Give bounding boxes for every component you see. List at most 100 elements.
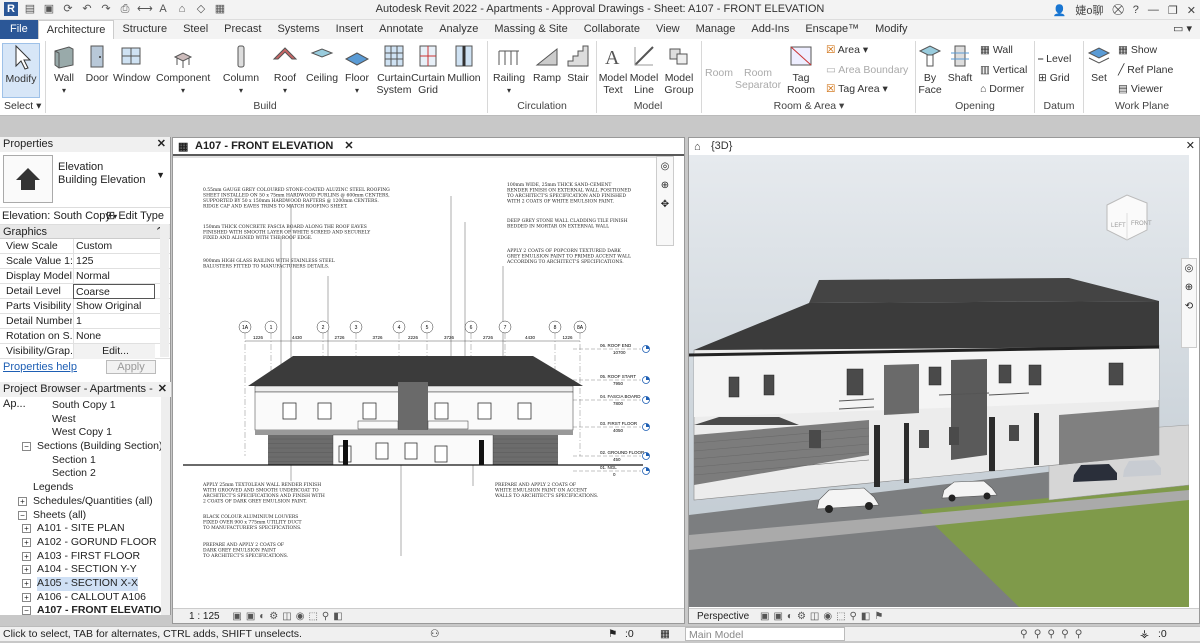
dormer-button[interactable]: ⌂ Dormer [980, 83, 1024, 95]
wall-opening-button[interactable]: ▦ Wall [980, 44, 1013, 56]
type-selector[interactable]: Elevation Building Elevation ▼ [0, 152, 170, 208]
browser-tree-item[interactable]: + A101 - SITE PLAN [0, 522, 171, 536]
browser-scrollbar[interactable] [161, 397, 170, 615]
room-button[interactable]: Room [704, 67, 734, 79]
browser-tree-item[interactable]: South Copy 1 [0, 399, 171, 413]
tab-view[interactable]: View [648, 20, 688, 39]
window-button[interactable]: Window [113, 43, 150, 84]
tab-manage[interactable]: Manage [688, 20, 744, 39]
3d-model-render[interactable]: LEFT FRONT [689, 155, 1189, 607]
view-controls-icons[interactable]: ▣▣◐⚙◫◉⬚⚲◧ [232, 611, 346, 622]
help-icon[interactable]: ? [1133, 4, 1139, 16]
tab-precast[interactable]: Precast [216, 20, 269, 39]
property-row[interactable]: Scale Value 1: 125 [0, 254, 170, 269]
roof-button[interactable]: Roof ▾ [270, 43, 300, 97]
property-row[interactable]: View Scale Custom [0, 239, 170, 254]
cart-icon[interactable]: ⛒ [1113, 4, 1124, 17]
tab-3d[interactable]: ⌂ {3D} [689, 138, 732, 154]
filter-icon[interactable]: ⚶ [1140, 627, 1149, 642]
design-option-select[interactable]: Main Model [685, 627, 845, 641]
room-separator-button[interactable]: Room Separator [735, 67, 781, 91]
area-boundary-button[interactable]: ▭ Area Boundary [826, 64, 908, 76]
browser-tree-item[interactable]: West [0, 413, 171, 427]
by-face-button[interactable]: By Face [917, 43, 943, 96]
user-name[interactable]: 婕o聊 [1075, 2, 1103, 18]
property-row[interactable]: Detail Level Coarse [0, 284, 170, 299]
tab-add-ins[interactable]: Add-Ins [743, 20, 797, 39]
browser-tree-item[interactable]: + A106 - CALLOUT A106 [0, 591, 171, 605]
minimize-icon[interactable]: — [1148, 4, 1159, 16]
view-scale[interactable]: 1 : 125 [189, 611, 220, 622]
set-button[interactable]: Set [1086, 43, 1112, 84]
browser-tree-item[interactable]: Legends [0, 481, 171, 495]
tab-collaborate[interactable]: Collaborate [576, 20, 648, 39]
close-icon[interactable]: ✕ [1187, 4, 1196, 17]
browser-tree-item[interactable]: + A103 - FIRST FLOOR [0, 550, 171, 564]
level-button[interactable]: ⎯ Level [1038, 53, 1071, 66]
shaft-button[interactable]: Shaft [946, 43, 974, 84]
property-row[interactable]: Detail Number 1 [0, 314, 170, 329]
browser-tree-item[interactable]: + A104 - SECTION Y-Y [0, 563, 171, 577]
tab-annotate[interactable]: Annotate [371, 20, 431, 39]
tab-steel[interactable]: Steel [175, 20, 216, 39]
tab-massing-site[interactable]: Massing & Site [486, 20, 575, 39]
tab-analyze[interactable]: Analyze [431, 20, 486, 39]
property-row[interactable]: Display Model Normal [0, 269, 170, 284]
tag-area-button[interactable]: ☒ Tag Area ▾ [826, 83, 888, 95]
view-front-elevation[interactable]: ▦ A107 - FRONT ELEVATION ✕ 0.55mm GAUGE … [172, 137, 685, 624]
properties-help-link[interactable]: Properties help [3, 361, 77, 373]
tag-room-button[interactable]: Tag Room [784, 43, 818, 96]
grid-button[interactable]: ⊞ Grid [1038, 72, 1070, 84]
collapse-icon[interactable]: − [22, 606, 31, 615]
close-3d-view-icon[interactable]: ✕ [1186, 139, 1195, 152]
floor-button[interactable]: Floor ▾ [342, 43, 372, 97]
close-properties-icon[interactable]: ✕ [157, 137, 166, 152]
steering-wheel-icon[interactable]: ◎ [1182, 263, 1196, 274]
selection-filter-icons[interactable]: ⚲⚲⚲⚲⚲ [1020, 627, 1088, 642]
expand-icon[interactable]: + [22, 565, 31, 575]
expand-icon[interactable]: + [22, 537, 31, 547]
select-dropdown[interactable]: Select ▾ [4, 100, 41, 112]
tab-insert[interactable]: Insert [328, 20, 372, 39]
ref-plane-button[interactable]: ╱ Ref Plane [1118, 64, 1173, 76]
column-button[interactable]: Column ▾ [222, 43, 260, 97]
collapse-icon[interactable]: − [22, 442, 31, 452]
browser-tree-item[interactable]: Section 2 [0, 467, 171, 481]
curtain-system-button[interactable]: Curtain System [375, 43, 413, 96]
collapse-icon[interactable]: − [18, 510, 27, 520]
browser-tree-item[interactable]: − A107 - FRONT ELEVATION [0, 604, 171, 615]
expand-icon[interactable]: + [22, 524, 31, 534]
area-button[interactable]: ☒ Area ▾ [826, 44, 868, 56]
tab-modify[interactable]: Modify [867, 20, 915, 39]
model-group-button[interactable]: Model Group [662, 43, 696, 96]
browser-tree-item[interactable]: − Sections (Building Section) [0, 440, 171, 454]
editing-requests-icon[interactable]: ⚑ [608, 627, 617, 642]
ramp-button[interactable]: Ramp [532, 43, 562, 84]
property-row[interactable]: Visibility/Grap... Edit... [0, 344, 170, 359]
model-text-button[interactable]: A Model Text [598, 43, 628, 96]
expand-icon[interactable]: + [18, 496, 27, 506]
browser-tree-item[interactable]: + A105 - SECTION X-X [0, 576, 171, 591]
property-row[interactable]: Parts Visibility Show Original [0, 299, 170, 314]
expand-icon[interactable]: + [22, 592, 31, 602]
zoom-icon[interactable]: ⊕ [1182, 282, 1196, 293]
tab-file[interactable]: File [0, 20, 38, 39]
ceiling-button[interactable]: Ceiling [304, 43, 340, 84]
edit-type-button[interactable]: ⊞ Edit Type [106, 208, 164, 225]
tab-systems[interactable]: Systems [269, 20, 327, 39]
close-view-icon[interactable]: ✕ [344, 140, 353, 152]
wall-button[interactable]: Wall ▾ [48, 43, 80, 97]
vertical-opening-button[interactable]: ▥ Vertical [980, 64, 1027, 76]
graphics-group[interactable]: Graphics⌃ [0, 225, 170, 239]
pan-icon[interactable]: ✥ [657, 199, 673, 210]
modify-button[interactable]: Modify [2, 43, 40, 98]
curtain-grid-button[interactable]: Curtain Grid [411, 43, 445, 96]
tab-enscape[interactable]: Enscape™ [797, 20, 867, 39]
browser-tree-item[interactable]: West Copy 1 [0, 426, 171, 440]
steering-wheel-icon[interactable]: ◎ [657, 161, 673, 172]
property-row[interactable]: Rotation on S... None [0, 329, 170, 344]
3d-view-controls-icons[interactable]: ▣▣◐⚙◫◉⬚⚲◧⚑ [760, 611, 887, 622]
tab-architecture[interactable]: Architecture [37, 20, 115, 39]
orbit-icon[interactable]: ⟲ [1182, 301, 1196, 312]
door-button[interactable]: Door [82, 43, 112, 84]
